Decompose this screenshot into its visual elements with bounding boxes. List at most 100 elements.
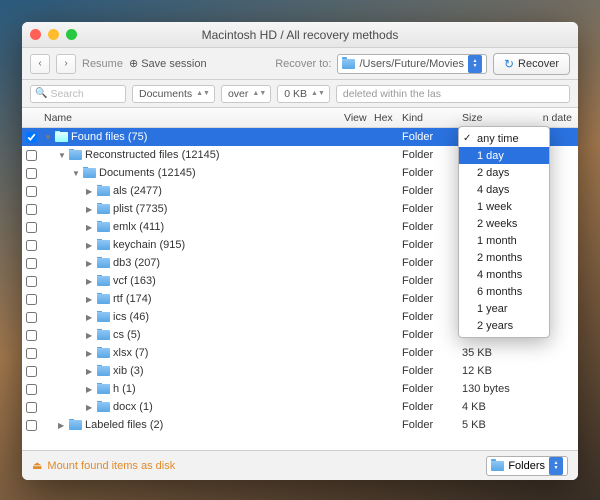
disclosure-triangle-icon[interactable]: ▶ bbox=[86, 241, 94, 250]
search-icon: 🔍 bbox=[35, 88, 47, 99]
row-checkbox[interactable] bbox=[26, 240, 37, 251]
file-row[interactable]: ▶xib (3)Folder12 KB bbox=[22, 362, 578, 380]
recover-button[interactable]: ↻ Recover bbox=[493, 53, 570, 75]
view-mode-label: Folders bbox=[508, 460, 545, 472]
col-name[interactable]: Name bbox=[40, 112, 344, 124]
disclosure-triangle-icon[interactable]: ▶ bbox=[86, 331, 94, 340]
row-checkbox[interactable] bbox=[26, 150, 37, 161]
zoom-icon[interactable] bbox=[66, 29, 77, 40]
dropdown-option[interactable]: 1 week bbox=[459, 198, 549, 215]
file-row[interactable]: ▶Labeled files (2)Folder5 KB bbox=[22, 416, 578, 434]
file-name: Labeled files (2) bbox=[85, 419, 163, 431]
dropdown-option[interactable]: 4 months bbox=[459, 266, 549, 283]
minimize-icon[interactable] bbox=[48, 29, 59, 40]
dropdown-option[interactable]: 1 month bbox=[459, 232, 549, 249]
col-kind[interactable]: Kind bbox=[402, 112, 462, 124]
refresh-icon: ↻ bbox=[504, 57, 514, 71]
row-checkbox[interactable] bbox=[26, 420, 37, 431]
search-input[interactable]: 🔍 Search bbox=[30, 85, 126, 103]
disclosure-triangle-icon[interactable]: ▶ bbox=[58, 421, 66, 430]
file-row[interactable]: ▶ h (1) Folder130 bytes bbox=[22, 380, 578, 398]
dropdown-option[interactable]: 2 months bbox=[459, 249, 549, 266]
file-row[interactable]: ▶xlsx (7)Folder35 KB bbox=[22, 344, 578, 362]
save-session-button[interactable]: ⊕ Save session bbox=[129, 57, 207, 70]
row-checkbox[interactable] bbox=[26, 366, 37, 377]
file-kind: Folder bbox=[402, 383, 462, 395]
file-name: h (1) bbox=[113, 383, 136, 395]
disclosure-triangle-icon[interactable]: ▶ bbox=[86, 367, 94, 376]
file-name: vcf (163) bbox=[113, 275, 156, 287]
file-size: 12 KB bbox=[462, 365, 542, 377]
back-button[interactable]: ‹ bbox=[30, 54, 50, 74]
row-checkbox[interactable] bbox=[26, 186, 37, 197]
folder-icon bbox=[97, 258, 110, 268]
col-hex[interactable]: Hex bbox=[374, 112, 402, 124]
folder-icon bbox=[97, 366, 110, 376]
disclosure-triangle-icon[interactable]: ▶ bbox=[86, 277, 94, 286]
row-checkbox[interactable] bbox=[26, 348, 37, 359]
disclosure-triangle-icon[interactable]: ▼ bbox=[58, 151, 66, 160]
row-checkbox[interactable] bbox=[26, 294, 37, 305]
chevron-updown-icon: ▲▼ bbox=[196, 91, 210, 97]
col-size[interactable]: Size bbox=[462, 112, 542, 124]
dropdown-option[interactable]: 2 days bbox=[459, 164, 549, 181]
dropdown-option[interactable]: 2 years bbox=[459, 317, 549, 334]
dropdown-option[interactable]: 1 day bbox=[459, 147, 549, 164]
disclosure-triangle-icon[interactable]: ▶ bbox=[86, 403, 94, 412]
dropdown-option[interactable]: any time bbox=[459, 130, 549, 147]
disk-icon: ⏏ bbox=[32, 459, 42, 472]
filter-over-select[interactable]: over ▲▼ bbox=[221, 85, 271, 103]
disclosure-triangle-icon[interactable]: ▶ bbox=[86, 295, 94, 304]
disclosure-triangle-icon[interactable]: ▶ bbox=[86, 259, 94, 268]
resume-button[interactable]: Resume bbox=[82, 58, 123, 70]
disclosure-triangle-icon[interactable]: ▶ bbox=[86, 187, 94, 196]
file-kind: Folder bbox=[402, 257, 462, 269]
recover-path-select[interactable]: /Users/Future/Movies ▲▼ bbox=[337, 54, 487, 74]
chevron-updown-icon: ▲▼ bbox=[252, 91, 266, 97]
disclosure-triangle-icon[interactable]: ▶ bbox=[86, 223, 94, 232]
time-filter-dropdown[interactable]: any time1 day2 days4 days1 week2 weeks1 … bbox=[458, 126, 550, 338]
folder-icon bbox=[342, 59, 355, 69]
col-view[interactable]: View bbox=[344, 112, 374, 124]
disclosure-triangle-icon[interactable]: ▶ bbox=[86, 313, 94, 322]
folder-icon bbox=[97, 312, 110, 322]
filter-type-select[interactable]: Documents ▲▼ bbox=[132, 85, 215, 103]
row-checkbox[interactable] bbox=[26, 222, 37, 233]
row-checkbox[interactable] bbox=[26, 258, 37, 269]
disclosure-triangle-icon[interactable]: ▶ bbox=[86, 349, 94, 358]
filter-deleted-select[interactable]: deleted within the las bbox=[336, 85, 570, 103]
forward-button[interactable]: › bbox=[56, 54, 76, 74]
filter-size-select[interactable]: 0 KB ▲▼ bbox=[277, 85, 330, 103]
row-checkbox[interactable] bbox=[26, 402, 37, 413]
file-row[interactable]: ▶docx (1)Folder4 KB bbox=[22, 398, 578, 416]
row-checkbox[interactable] bbox=[26, 276, 37, 287]
row-checkbox[interactable] bbox=[26, 132, 37, 143]
file-kind: Folder bbox=[402, 221, 462, 233]
disclosure-triangle-icon[interactable]: ▼ bbox=[72, 169, 80, 178]
row-checkbox[interactable] bbox=[26, 168, 37, 179]
row-checkbox[interactable] bbox=[26, 330, 37, 341]
file-kind: Folder bbox=[402, 185, 462, 197]
filter-type-label: Documents bbox=[139, 88, 192, 100]
dropdown-option[interactable]: 4 days bbox=[459, 181, 549, 198]
file-name: als (2477) bbox=[113, 185, 162, 197]
dropdown-option[interactable]: 2 weeks bbox=[459, 215, 549, 232]
row-checkbox[interactable] bbox=[26, 384, 37, 395]
recover-path-text: /Users/Future/Movies bbox=[359, 58, 464, 70]
dropdown-option[interactable]: 1 year bbox=[459, 300, 549, 317]
disclosure-triangle-icon[interactable]: ▼ bbox=[44, 133, 52, 142]
file-kind: Folder bbox=[402, 311, 462, 323]
row-checkbox[interactable] bbox=[26, 312, 37, 323]
close-icon[interactable] bbox=[30, 29, 41, 40]
folder-icon bbox=[69, 420, 82, 430]
row-checkbox[interactable] bbox=[26, 204, 37, 215]
dropdown-option[interactable]: 6 months bbox=[459, 283, 549, 300]
mount-link[interactable]: ⏏ Mount found items as disk bbox=[32, 459, 175, 472]
view-mode-select[interactable]: Folders ▲▼ bbox=[486, 456, 568, 476]
file-name: Found files (75) bbox=[71, 131, 147, 143]
file-size: 130 bytes bbox=[462, 383, 542, 395]
disclosure-triangle-icon[interactable]: ▶ bbox=[86, 205, 94, 214]
disclosure-triangle-icon[interactable]: ▶ bbox=[86, 385, 94, 394]
folder-icon bbox=[97, 384, 110, 394]
col-date[interactable]: n date bbox=[542, 112, 578, 124]
